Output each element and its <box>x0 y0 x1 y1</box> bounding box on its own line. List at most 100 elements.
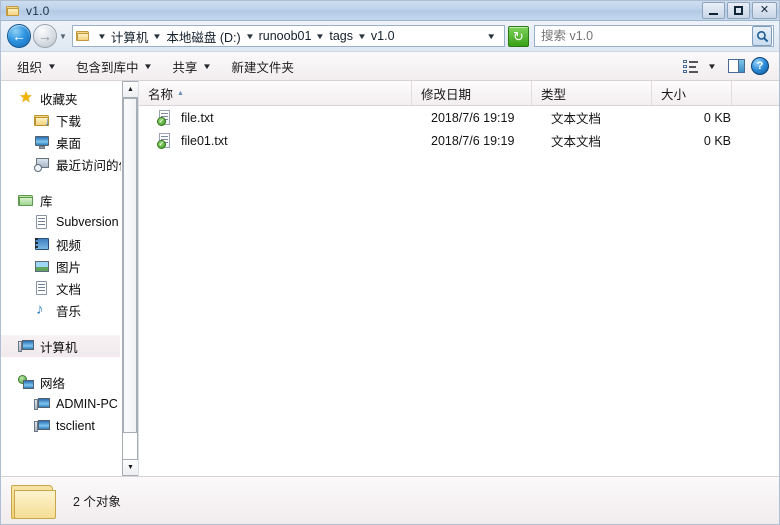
status-text: 2 个对象 <box>73 495 121 509</box>
document-icon <box>34 280 50 296</box>
sidebar-scrollbar[interactable]: ▲ ▼ <box>121 81 138 476</box>
window-body: ★ 收藏夹 ↓ 下载 桌面 最近访问的位置 库 Subversion 视频 图片… <box>1 81 779 476</box>
column-header-size[interactable]: 大小 <box>652 81 732 105</box>
sidebar-item-tsclient[interactable]: tsclient <box>1 415 120 437</box>
scroll-down-button[interactable]: ▼ <box>122 459 138 476</box>
file-name: file01.txt <box>181 133 228 148</box>
sidebar-item-label: 库 <box>40 194 53 209</box>
picture-icon <box>34 258 50 274</box>
new-folder-label: 新建文件夹 <box>231 60 294 75</box>
column-header-type[interactable]: 类型 <box>532 81 652 105</box>
sidebar-item-downloads[interactable]: ↓ 下载 <box>1 109 120 131</box>
organize-button[interactable]: 组织 ▼ <box>7 54 66 79</box>
forward-button[interactable]: → <box>33 24 57 48</box>
sidebar-item-favorites[interactable]: ★ 收藏夹 <box>1 87 120 109</box>
sidebar-item-libraries[interactable]: 库 <box>1 189 120 211</box>
sidebar-item-recent-places[interactable]: 最近访问的位置 <box>1 153 138 175</box>
chevron-down-icon[interactable]: ▼ <box>486 32 503 41</box>
organize-label: 组织 <box>17 60 43 75</box>
chevron-down-icon[interactable]: ▼ <box>351 32 373 41</box>
desktop-icon <box>34 134 50 150</box>
file-list-pane: 名称 ▲ 修改日期 类型 大小 ✓ file.txt 2018/7/6 19:1… <box>139 81 779 476</box>
sidebar-item-videos[interactable]: 视频 <box>1 233 120 255</box>
breadcrumb-item-3[interactable]: tags <box>329 29 353 43</box>
sidebar-item-pictures[interactable]: 图片 <box>1 255 120 277</box>
sidebar-item-label: 图片 <box>56 260 82 275</box>
network-icon <box>18 374 34 390</box>
chevron-down-icon[interactable]: ▼ <box>309 32 331 41</box>
file-size: 0 KB <box>703 110 731 125</box>
include-in-library-button[interactable]: 包含到库中 ▼ <box>66 54 162 79</box>
scroll-up-button[interactable]: ▲ <box>122 81 138 98</box>
download-folder-icon: ↓ <box>34 112 50 128</box>
chevron-down-icon[interactable]: ▼ <box>238 32 260 41</box>
refresh-button[interactable]: ↻ <box>508 25 529 47</box>
sidebar-item-label: 桌面 <box>56 136 82 151</box>
sidebar-item-admin-pc[interactable]: ADMIN-PC <box>1 393 120 415</box>
sidebar-item-subversion[interactable]: Subversion <box>1 211 120 233</box>
column-header-label: 名称 <box>148 87 174 102</box>
chevron-down-icon[interactable]: ▼ <box>57 26 69 46</box>
window-controls: ✕ <box>702 2 777 19</box>
table-row[interactable]: ✓ file01.txt 2018/7/6 19:19 文本文档 0 KB <box>139 129 779 152</box>
chevron-down-icon[interactable]: ▼ <box>91 32 113 41</box>
computer-icon <box>34 418 50 434</box>
svn-normal-overlay-icon: ✓ <box>157 116 166 126</box>
view-options-button[interactable]: ▼ <box>678 58 721 75</box>
breadcrumb-item-1[interactable]: 本地磁盘 (D:) <box>166 27 240 46</box>
column-header-name[interactable]: 名称 ▲ <box>139 81 412 105</box>
breadcrumb-item-0[interactable]: 计算机 <box>111 27 149 46</box>
title-bar: v1.0 ✕ <box>1 1 779 21</box>
sidebar-item-music[interactable]: ♪ 音乐 <box>1 299 120 321</box>
include-in-library-label: 包含到库中 <box>75 60 139 75</box>
back-button[interactable]: ← <box>7 24 31 48</box>
scrollbar-thumb[interactable] <box>123 98 137 433</box>
search-input[interactable] <box>541 29 752 43</box>
folder-icon <box>11 481 57 521</box>
new-folder-button[interactable]: 新建文件夹 <box>221 54 304 79</box>
file-name: file.txt <box>181 110 214 125</box>
scrollbar-track[interactable] <box>122 98 138 459</box>
explorer-window: v1.0 ✕ ← → ▼ ▼ 计算机 ▼ 本地磁盘 (D:) ▼ runoob0… <box>0 0 780 525</box>
breadcrumb-item-2[interactable]: runoob01 <box>259 29 312 43</box>
search-box[interactable] <box>534 25 774 47</box>
preview-pane-button[interactable] <box>725 57 747 75</box>
breadcrumb[interactable]: ▼ 计算机 ▼ 本地磁盘 (D:) ▼ runoob01 ▼ tags ▼ v1… <box>72 25 505 47</box>
search-icon[interactable] <box>752 26 772 46</box>
chevron-down-icon: ▼ <box>47 61 57 71</box>
column-header-spacer[interactable] <box>732 81 779 105</box>
maximize-button[interactable] <box>727 2 750 19</box>
table-row[interactable]: ✓ file.txt 2018/7/6 19:19 文本文档 0 KB <box>139 106 779 129</box>
status-bar: 2 个对象 <box>1 476 779 524</box>
chevron-down-icon[interactable]: ▼ <box>707 62 717 71</box>
help-button[interactable]: ? <box>751 57 769 75</box>
preview-pane-icon <box>727 59 745 73</box>
file-date-modified: 2018/7/6 19:19 <box>431 110 515 125</box>
share-button[interactable]: 共享 ▼ <box>162 54 221 79</box>
sidebar-item-desktop[interactable]: 桌面 <box>1 131 120 153</box>
sidebar-item-label: ADMIN-PC <box>56 397 118 411</box>
computer-icon <box>34 396 50 412</box>
breadcrumb-item-4[interactable]: v1.0 <box>371 29 395 43</box>
column-header-label: 修改日期 <box>421 87 472 102</box>
sidebar-item-label: Subversion <box>56 215 119 229</box>
chevron-down-icon[interactable]: ▼ <box>146 32 168 41</box>
sidebar-item-network[interactable]: 网络 <box>1 371 120 393</box>
file-type: 文本文档 <box>551 135 602 149</box>
column-header-date-modified[interactable]: 修改日期 <box>412 81 532 105</box>
chevron-down-icon: ▼ <box>202 61 213 71</box>
folder-icon <box>5 4 21 18</box>
close-button[interactable]: ✕ <box>752 2 777 19</box>
navigation-pane: ★ 收藏夹 ↓ 下载 桌面 最近访问的位置 库 Subversion 视频 图片… <box>1 81 138 476</box>
sidebar-item-label: 收藏夹 <box>40 92 78 107</box>
sidebar-item-documents[interactable]: 文档 <box>1 277 120 299</box>
minimize-button[interactable] <box>702 2 725 19</box>
document-icon <box>34 214 50 230</box>
sidebar-item-computer[interactable]: 计算机 <box>1 335 120 357</box>
list-view-icon <box>683 59 699 73</box>
file-date-modified: 2018/7/6 19:19 <box>431 133 515 148</box>
star-icon: ★ <box>19 89 33 106</box>
